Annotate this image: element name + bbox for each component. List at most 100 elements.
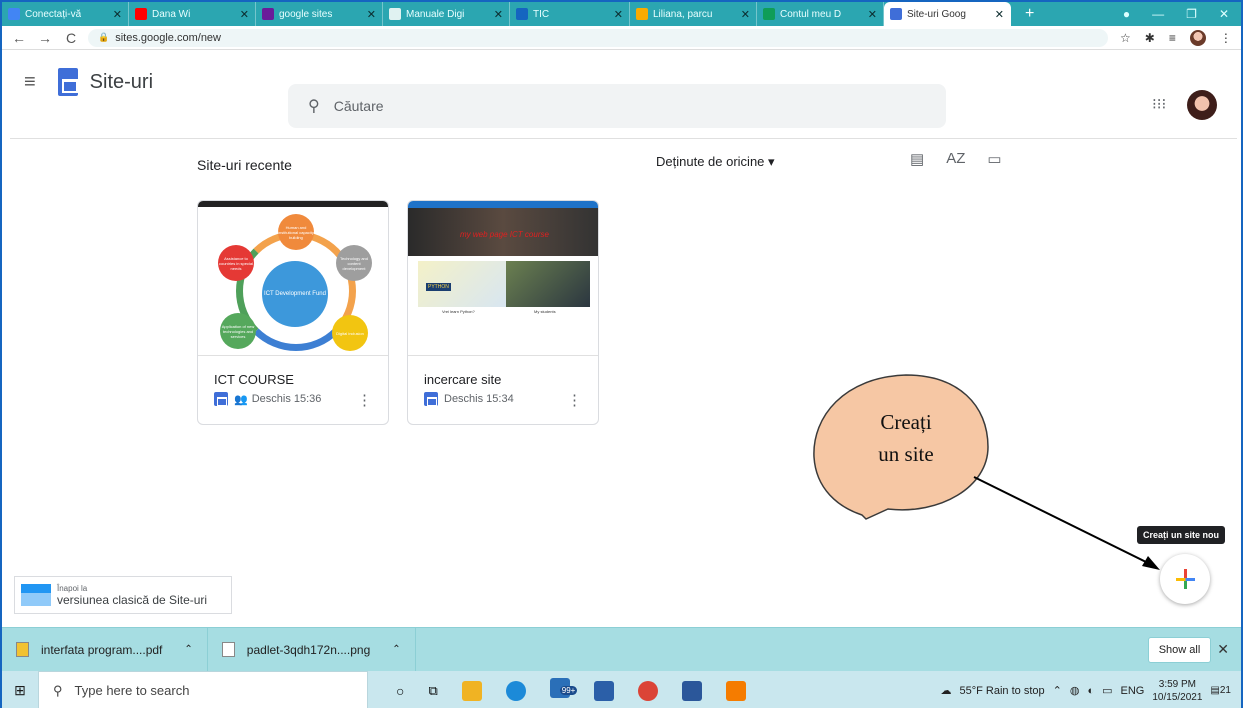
search-input[interactable]: ⚲ Căutare — [288, 84, 946, 128]
mail-icon[interactable]: 99+ — [549, 678, 578, 703]
header-divider — [10, 138, 1237, 139]
menu-icon[interactable]: ⋮ — [1220, 31, 1232, 45]
sort-az-icon[interactable]: AZ — [946, 150, 965, 168]
folder-icon[interactable]: ▭ — [987, 150, 1001, 168]
new-tab-button[interactable]: + — [1011, 5, 1048, 23]
edge-icon[interactable] — [505, 680, 526, 701]
close-icon[interactable]: ✕ — [1217, 641, 1229, 658]
app-icon[interactable] — [725, 680, 746, 701]
site-opened-time: Deschis 15:34 — [444, 393, 514, 405]
clock[interactable]: 3:59 PM 10/15/2021 — [1152, 678, 1202, 704]
profile-avatar[interactable] — [1189, 29, 1206, 46]
reading-list-icon[interactable]: ≡ — [1169, 31, 1176, 45]
search-icon: ⚲ — [53, 682, 63, 698]
list-view-icon[interactable]: ▤ — [910, 150, 924, 168]
browser-tab[interactable]: Liliana, parcu ✕ — [630, 2, 757, 26]
chrome-icon[interactable] — [637, 680, 658, 701]
url-text: sites.google.com/new — [115, 31, 221, 44]
tab-close-icon[interactable]: ✕ — [868, 8, 877, 21]
sites-file-icon — [424, 392, 438, 406]
thumb-node-1: Human and institutional capacity buildin… — [278, 214, 314, 250]
pdf-file-icon — [16, 642, 29, 657]
lock-icon: 🔒 — [98, 32, 110, 42]
tab-strip: Conectați-vă ✕ Dana Wi ✕ google sites ✕ Manual… — [2, 2, 1241, 26]
create-site-button[interactable] — [1160, 554, 1210, 604]
tab-title: Contul meu D — [780, 8, 842, 20]
taskbar-search-input[interactable]: ⚲ Type here to search — [38, 671, 368, 708]
tray-chevron-icon[interactable]: ⌃ — [1053, 684, 1062, 697]
tab-close-icon[interactable]: ✕ — [113, 8, 122, 21]
tab-close-icon[interactable]: ✕ — [741, 8, 750, 21]
account-avatar[interactable] — [1187, 90, 1217, 120]
search-icon: ⚲ — [308, 98, 320, 115]
hamburger-menu-icon[interactable]: ≡ — [24, 71, 36, 94]
site-thumbnail: my web page ICT course PYTHON Vrei learn… — [408, 201, 598, 356]
browser-window: Conectați-vă ✕ Dana Wi ✕ google sites ✕ Manual… — [0, 0, 1243, 708]
browser-tab[interactable]: Conectați-vă ✕ — [2, 2, 129, 26]
tab-title: Conectați-vă — [25, 8, 82, 20]
network-icon[interactable]: ◍ — [1070, 684, 1080, 697]
word-icon[interactable] — [681, 680, 702, 701]
back-icon[interactable]: ← — [10, 30, 28, 46]
windows-start-icon[interactable]: ⊞ — [2, 682, 38, 699]
browser-tab[interactable]: Manuale Digi ✕ — [383, 2, 510, 26]
thumb-node-4: Application of new technologies and serv… — [220, 313, 256, 349]
cortana-icon[interactable]: ○ — [396, 683, 404, 699]
thumb-center-node: ICT Development Fund — [262, 261, 328, 327]
store-icon[interactable] — [593, 680, 614, 701]
site-card-incercare[interactable]: my web page ICT course PYTHON Vrei learn… — [407, 200, 599, 425]
chrome-profile-icon[interactable]: ● — [1123, 7, 1130, 21]
restore-icon[interactable]: ❐ — [1186, 7, 1197, 21]
classic-link-label: versiunea clasică de Site-uri — [57, 592, 208, 607]
more-options-icon[interactable]: ⋮ — [357, 391, 372, 409]
reload-icon[interactable]: C — [62, 30, 80, 46]
notification-count: 21 — [1219, 685, 1231, 696]
tab-favicon-icon — [389, 8, 401, 20]
weather-text[interactable]: 55°F Rain to stop — [960, 685, 1045, 697]
file-explorer-icon[interactable] — [461, 680, 482, 701]
classic-sites-icon — [21, 584, 51, 606]
site-card-ict-course[interactable]: ICT Development Fund Human and instituti… — [197, 200, 389, 425]
chevron-up-icon[interactable]: ⌃ — [184, 644, 192, 655]
tab-close-icon[interactable]: ✕ — [995, 8, 1004, 21]
notifications-icon[interactable]: ▤21 — [1210, 685, 1231, 696]
taskbar-search-placeholder: Type here to search — [74, 683, 190, 698]
tab-close-icon[interactable]: ✕ — [367, 8, 376, 21]
search-placeholder: Căutare — [333, 98, 384, 114]
more-options-icon[interactable]: ⋮ — [567, 391, 582, 409]
tab-title: google sites — [279, 8, 333, 20]
battery-icon[interactable]: ▭ — [1102, 684, 1112, 697]
site-thumbnail: ICT Development Fund Human and instituti… — [198, 201, 388, 356]
show-all-button[interactable]: Show all — [1147, 636, 1212, 663]
download-item[interactable]: padlet-3qdh172n....png ⌃ — [208, 628, 416, 671]
browser-tab[interactable]: google sites ✕ — [256, 2, 383, 26]
owner-filter-dropdown[interactable]: Deținute de oricine ▾ — [656, 154, 775, 170]
browser-tab[interactable]: Contul meu D ✕ — [757, 2, 884, 26]
tab-favicon-icon — [890, 8, 902, 20]
thumb-python-label: PYTHON — [426, 283, 451, 291]
tab-close-icon[interactable]: ✕ — [240, 8, 249, 21]
recent-sites-heading: Site-uri recente — [197, 157, 292, 173]
volume-icon[interactable]: ◐ — [1087, 685, 1094, 697]
download-item[interactable]: interfata program....pdf ⌃ — [2, 628, 208, 671]
url-input[interactable]: 🔒 sites.google.com/new — [88, 28, 1108, 47]
thumb-caption-2: My students — [534, 309, 556, 314]
extensions-icon[interactable]: ✱ — [1145, 31, 1155, 45]
window-close-icon[interactable]: ✕ — [1219, 7, 1229, 21]
tab-close-icon[interactable]: ✕ — [614, 8, 623, 21]
browser-tab[interactable]: Dana Wi ✕ — [129, 2, 256, 26]
star-icon[interactable]: ☆ — [1120, 31, 1131, 45]
apps-grid-icon[interactable]: ⁝⁝⁝ — [1152, 95, 1166, 113]
chevron-up-icon[interactable]: ⌃ — [392, 644, 400, 655]
minimize-icon[interactable]: — — [1152, 7, 1164, 21]
downloads-bar: interfata program....pdf ⌃ padlet-3qdh17… — [2, 627, 1241, 671]
classic-sites-link[interactable]: Înapoi la versiunea clasică de Site-uri — [14, 576, 232, 614]
download-filename: interfata program....pdf — [41, 642, 163, 657]
forward-icon[interactable]: → — [36, 30, 54, 46]
browser-tab[interactable]: TIC ✕ — [510, 2, 630, 26]
browser-tab[interactable]: Site-uri Goog ✕ — [884, 2, 1011, 26]
task-view-icon[interactable]: ⧉ — [428, 683, 437, 699]
app-title: Site-uri — [89, 70, 154, 93]
tab-close-icon[interactable]: ✕ — [494, 8, 503, 21]
language-indicator[interactable]: ENG — [1121, 685, 1145, 697]
